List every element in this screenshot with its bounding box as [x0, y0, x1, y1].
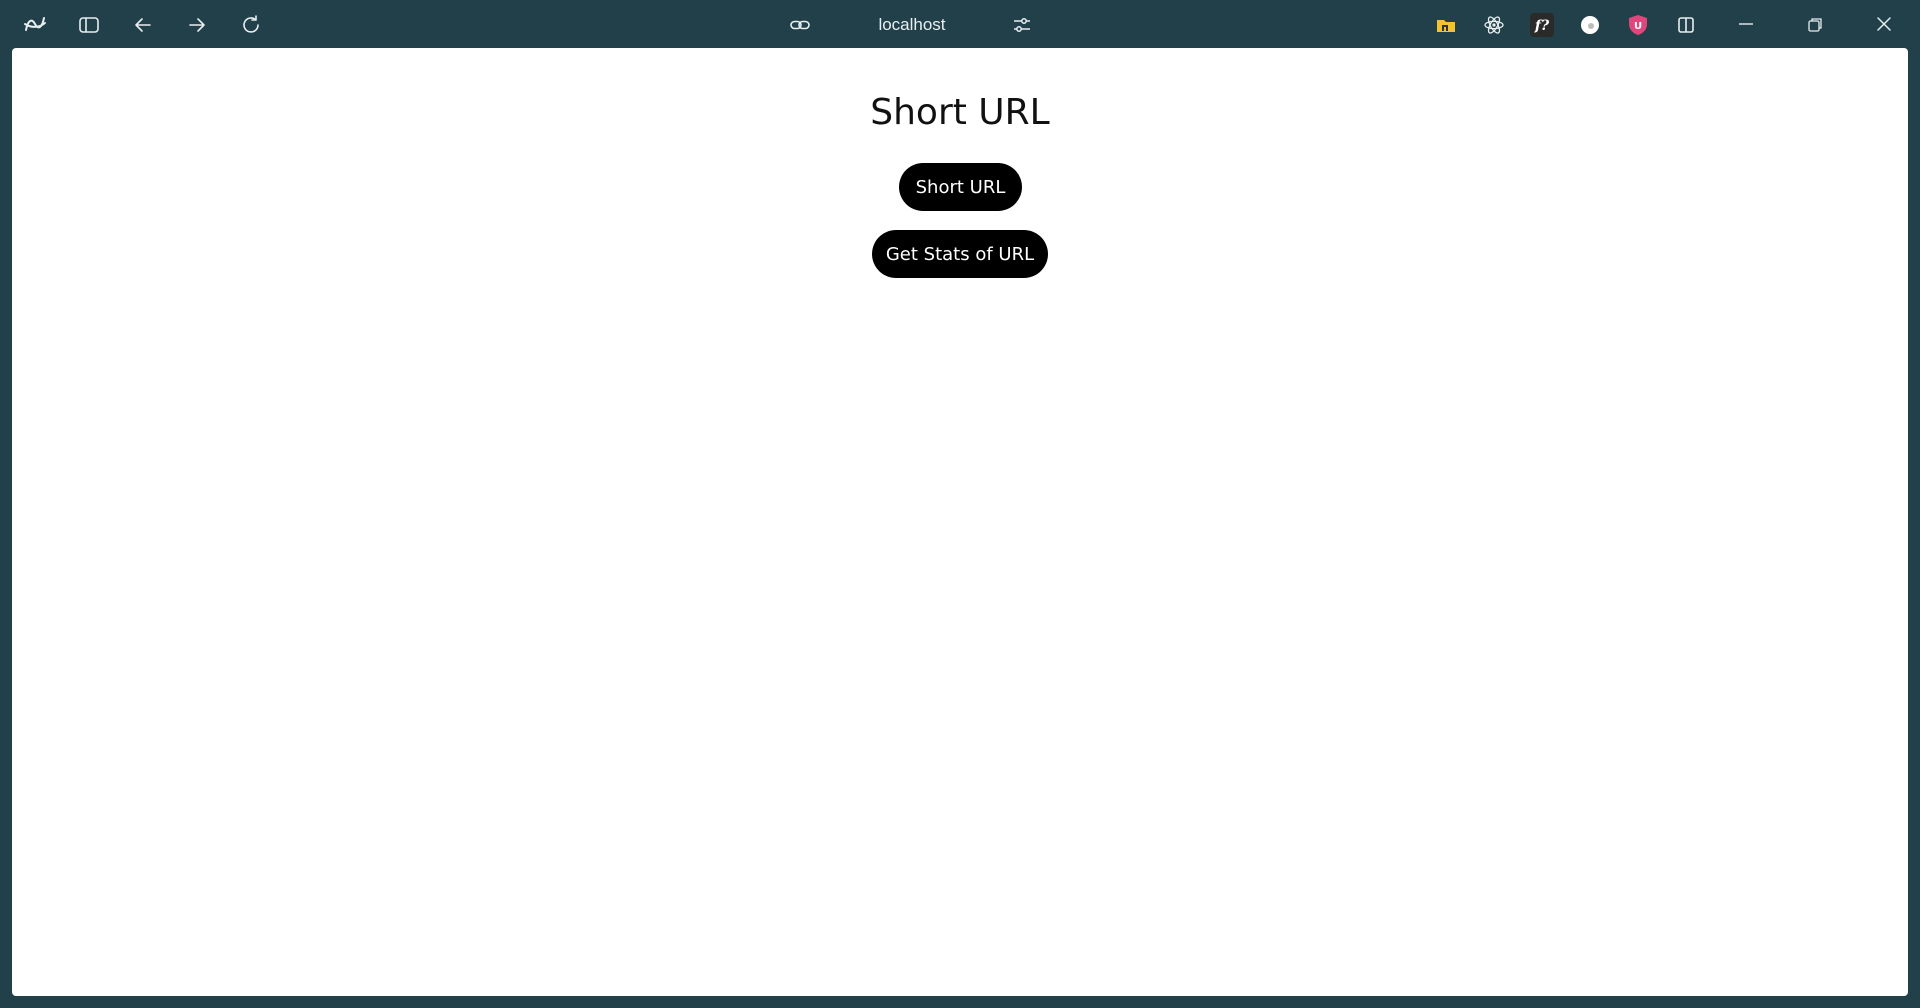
react-devtools-icon[interactable] [1481, 12, 1507, 38]
page-viewport: Short URL Short URL Get Stats of URL [12, 48, 1908, 996]
sliders-icon[interactable] [1009, 12, 1035, 38]
get-stats-button[interactable]: Get Stats of URL [872, 230, 1048, 278]
link-icon[interactable] [787, 12, 813, 38]
ublock-shield-icon[interactable]: U [1625, 12, 1651, 38]
minimize-icon[interactable] [1733, 12, 1759, 38]
reload-icon[interactable] [238, 12, 264, 38]
short-url-button[interactable]: Short URL [899, 163, 1022, 211]
whatfont-icon[interactable]: f? [1529, 12, 1555, 38]
browser-titlebar: localhost f? U [0, 0, 1920, 49]
restore-icon[interactable] [1802, 12, 1828, 38]
split-view-icon[interactable] [1673, 12, 1699, 38]
arrow-right-icon[interactable] [184, 12, 210, 38]
svg-text:U: U [1634, 21, 1642, 32]
folder-extension-icon[interactable] [1433, 12, 1459, 38]
page-title: Short URL [870, 92, 1050, 133]
close-icon[interactable] [1871, 12, 1897, 38]
arrow-left-icon[interactable] [130, 12, 156, 38]
svg-text:f?: f? [1534, 18, 1550, 34]
profile-extension-icon[interactable] [1577, 12, 1603, 38]
address-bar-url[interactable]: localhost [860, 13, 964, 37]
sidebar-toggle-icon[interactable] [76, 12, 102, 38]
arc-logo-icon[interactable] [22, 12, 48, 38]
